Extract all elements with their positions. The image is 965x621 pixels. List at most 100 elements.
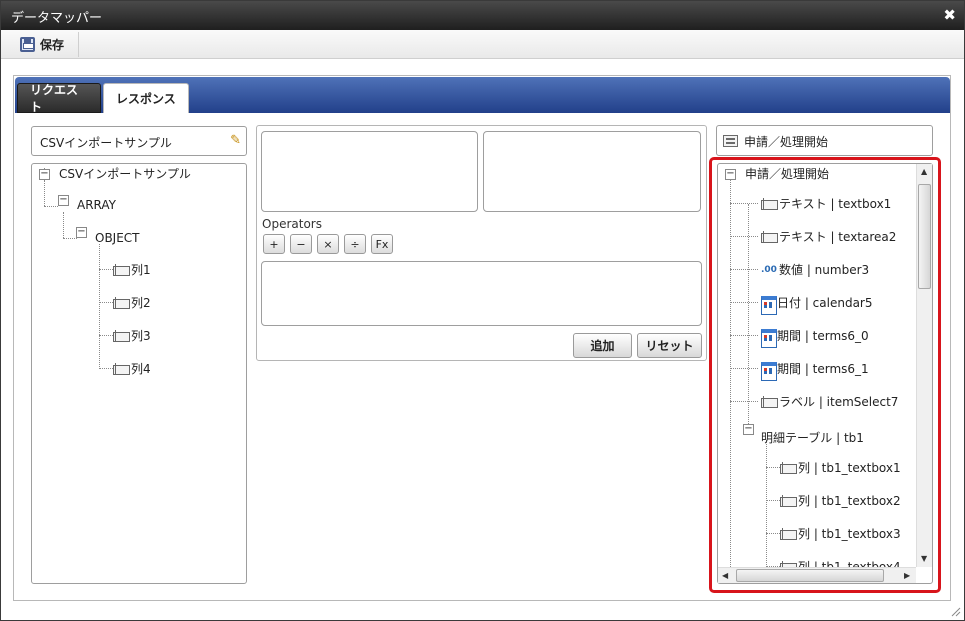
target-title: 申請／処理開始 xyxy=(744,135,829,149)
tree-node-label: 列1 xyxy=(131,263,151,277)
add-button[interactable]: 追加 xyxy=(573,333,632,358)
tree-line xyxy=(766,500,780,501)
tree-node-field[interactable]: 期間 | terms6_0 xyxy=(761,327,869,348)
tree-line xyxy=(730,236,758,237)
field-icon xyxy=(761,197,778,210)
tree-node-field[interactable]: 期間 | terms6_1 xyxy=(761,360,869,381)
tree-line xyxy=(44,206,58,207)
tree-line xyxy=(730,203,758,204)
function-operator-button[interactable]: Fx xyxy=(371,234,393,254)
tab-bar: リクエスト レスポンス xyxy=(15,77,950,114)
tab-response-label: レスポンス xyxy=(116,92,176,106)
tree-line xyxy=(730,335,758,336)
target-field-box[interactable] xyxy=(483,131,701,212)
source-title: CSVインポートサンプル xyxy=(40,136,172,150)
tree-line xyxy=(730,180,731,583)
tree-node-table[interactable]: 明細テーブル | tb1 xyxy=(761,429,864,446)
plus-operator-button[interactable]: + xyxy=(263,234,285,254)
toolbar: 保存 xyxy=(1,30,964,59)
save-button[interactable]: 保存 xyxy=(9,32,79,57)
tree-node-field[interactable]: テキスト | textbox1 xyxy=(761,195,891,212)
field-icon xyxy=(780,527,797,540)
tab-response[interactable]: レスポンス xyxy=(103,83,189,113)
tree-line xyxy=(63,212,64,238)
scroll-up-icon[interactable]: ▲ xyxy=(921,167,927,176)
tree-node-column[interactable]: 列2 xyxy=(113,294,151,311)
tree-node-label: 期間 | terms6_1 xyxy=(777,362,869,376)
tree-node-label: 日付 | calendar5 xyxy=(777,296,873,310)
tree-node-array[interactable]: ARRAY xyxy=(77,198,116,212)
tree-node-label: 列3 xyxy=(131,329,151,343)
tree-node-label: OBJECT xyxy=(95,231,140,245)
save-label: 保存 xyxy=(40,38,65,52)
calendar-icon xyxy=(761,361,777,381)
edit-pencil-icon[interactable]: ✎ xyxy=(230,133,241,148)
tree-node-field[interactable]: .00 数値 | number3 xyxy=(761,261,869,278)
window-title: データマッパー xyxy=(11,11,103,26)
expression-textarea[interactable] xyxy=(261,261,702,326)
target-title-panel: 申請／処理開始 xyxy=(716,125,933,156)
tree-node-object[interactable]: OBJECT xyxy=(95,231,140,245)
tree-node-field[interactable]: 日付 | calendar5 xyxy=(761,294,873,315)
tree-line xyxy=(730,269,758,270)
tree-node-label: 明細テーブル | tb1 xyxy=(761,431,864,445)
field-icon xyxy=(761,230,778,243)
vertical-scroll-thumb[interactable] xyxy=(918,184,931,289)
tree-line xyxy=(730,401,758,402)
vertical-scrollbar[interactable]: ▲ ▼ xyxy=(916,164,932,567)
collapse-toggle[interactable]: − xyxy=(39,169,50,180)
tree-node-label: CSVインポートサンプル xyxy=(59,167,191,181)
tree-node-column[interactable]: 列4 xyxy=(113,360,151,377)
tree-line xyxy=(44,180,45,206)
tree-node-label: テキスト | textarea2 xyxy=(779,230,897,244)
form-icon xyxy=(723,135,738,147)
collapse-toggle[interactable]: − xyxy=(76,227,87,238)
resize-grip-icon[interactable] xyxy=(949,605,961,617)
number-icon: .00 xyxy=(761,264,777,275)
collapse-toggle[interactable]: − xyxy=(58,195,69,206)
collapse-toggle[interactable]: − xyxy=(725,169,736,180)
multiply-operator-button[interactable]: × xyxy=(317,234,339,254)
field-icon xyxy=(761,395,778,408)
tree-node-column[interactable]: 列3 xyxy=(113,327,151,344)
source-field-box[interactable] xyxy=(261,131,478,212)
close-icon[interactable]: ✖ xyxy=(943,6,956,24)
tree-line xyxy=(99,335,113,336)
tree-node-field[interactable]: ラベル | itemSelect7 xyxy=(761,393,898,410)
field-icon xyxy=(113,296,130,309)
reset-button[interactable]: リセット xyxy=(637,333,702,358)
tree-line xyxy=(99,244,100,369)
scroll-left-icon[interactable]: ◀ xyxy=(722,571,728,580)
tree-node-label: 列 | tb1_textbox3 xyxy=(798,527,901,541)
tree-line xyxy=(99,368,113,369)
horizontal-scroll-thumb[interactable] xyxy=(736,569,884,582)
tree-node-column[interactable]: 列1 xyxy=(113,261,151,278)
scroll-down-icon[interactable]: ▼ xyxy=(921,554,927,563)
tree-line xyxy=(730,368,758,369)
scroll-right-icon[interactable]: ▶ xyxy=(904,571,910,580)
tree-node-label: ラベル | itemSelect7 xyxy=(779,395,899,409)
tree-node-field[interactable]: テキスト | textarea2 xyxy=(761,228,896,245)
tab-request[interactable]: リクエスト xyxy=(17,83,101,114)
field-icon xyxy=(113,362,130,375)
tree-node-column[interactable]: 列 | tb1_textbox3 xyxy=(780,525,901,542)
tree-node-root[interactable]: 申請／処理開始 xyxy=(745,165,829,182)
title-bar[interactable]: データマッパー ✖ xyxy=(1,1,964,30)
tree-line xyxy=(99,302,113,303)
divide-operator-button[interactable]: ÷ xyxy=(344,234,366,254)
horizontal-scrollbar[interactable]: ◀ ▶ xyxy=(718,567,916,583)
tree-line xyxy=(730,302,758,303)
tree-node-root[interactable]: CSVインポートサンプル xyxy=(59,165,191,182)
tree-line xyxy=(766,533,780,534)
tree-line xyxy=(766,440,767,583)
tree-line xyxy=(748,204,749,424)
tree-node-column[interactable]: 列 | tb1_textbox1 xyxy=(780,459,901,476)
collapse-toggle[interactable]: − xyxy=(743,424,754,435)
tree-node-label: 列2 xyxy=(131,296,151,310)
field-icon xyxy=(780,494,797,507)
source-title-panel: CSVインポートサンプル ✎ xyxy=(31,126,247,156)
tree-node-column[interactable]: 列 | tb1_textbox2 xyxy=(780,492,901,509)
tree-node-label: 期間 | terms6_0 xyxy=(777,329,869,343)
minus-operator-button[interactable]: − xyxy=(290,234,312,254)
tree-node-label: 列 | tb1_textbox1 xyxy=(798,461,901,475)
